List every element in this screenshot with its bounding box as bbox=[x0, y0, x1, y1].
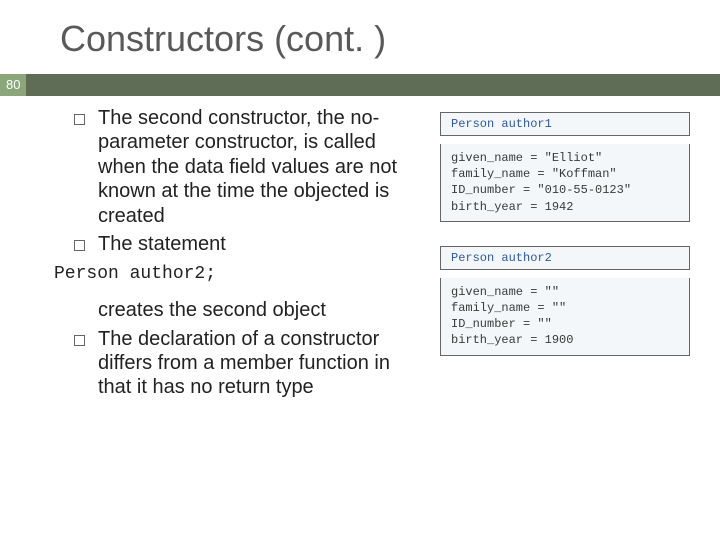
object-fields: given_name = "Elliot" family_name = "Kof… bbox=[440, 144, 690, 222]
slide: Constructors (cont. ) 80 The second cons… bbox=[0, 0, 720, 540]
slide-number-badge: 80 bbox=[0, 74, 26, 96]
diagram-column: Person author1 given_name = "Elliot" fam… bbox=[440, 106, 690, 404]
field-line: birth_year = 1942 bbox=[451, 199, 679, 215]
object-diagram-author2: Person author2 given_name = "" family_na… bbox=[440, 246, 690, 356]
content-row: The second constructor, the no-parameter… bbox=[30, 106, 690, 404]
field-line: given_name = "Elliot" bbox=[451, 150, 679, 166]
bullet-list-1: The second constructor, the no-parameter… bbox=[70, 106, 422, 256]
bullet-item: The statement bbox=[70, 232, 422, 256]
object-diagram-author1: Person author1 given_name = "Elliot" fam… bbox=[440, 112, 690, 222]
field-line: ID_number = "" bbox=[451, 316, 679, 332]
bullet-item: The second constructor, the no-parameter… bbox=[70, 106, 422, 228]
object-label: Person author2 bbox=[440, 246, 690, 270]
field-line: family_name = "" bbox=[451, 300, 679, 316]
continuation-text: creates the second object bbox=[70, 298, 422, 322]
field-line: given_name = "" bbox=[451, 284, 679, 300]
bullet-list-2: The declaration of a constructor differs… bbox=[70, 327, 422, 400]
header-divider-bar: 80 bbox=[0, 74, 720, 96]
bullet-item: The declaration of a constructor differs… bbox=[70, 327, 422, 400]
slide-title: Constructors (cont. ) bbox=[60, 18, 690, 60]
field-line: birth_year = 1900 bbox=[451, 332, 679, 348]
code-statement: Person author2; bbox=[54, 264, 422, 286]
field-line: family_name = "Koffman" bbox=[451, 166, 679, 182]
field-line: ID_number = "010-55-0123" bbox=[451, 182, 679, 198]
object-label: Person author1 bbox=[440, 112, 690, 136]
text-column: The second constructor, the no-parameter… bbox=[70, 106, 422, 404]
object-fields: given_name = "" family_name = "" ID_numb… bbox=[440, 278, 690, 356]
